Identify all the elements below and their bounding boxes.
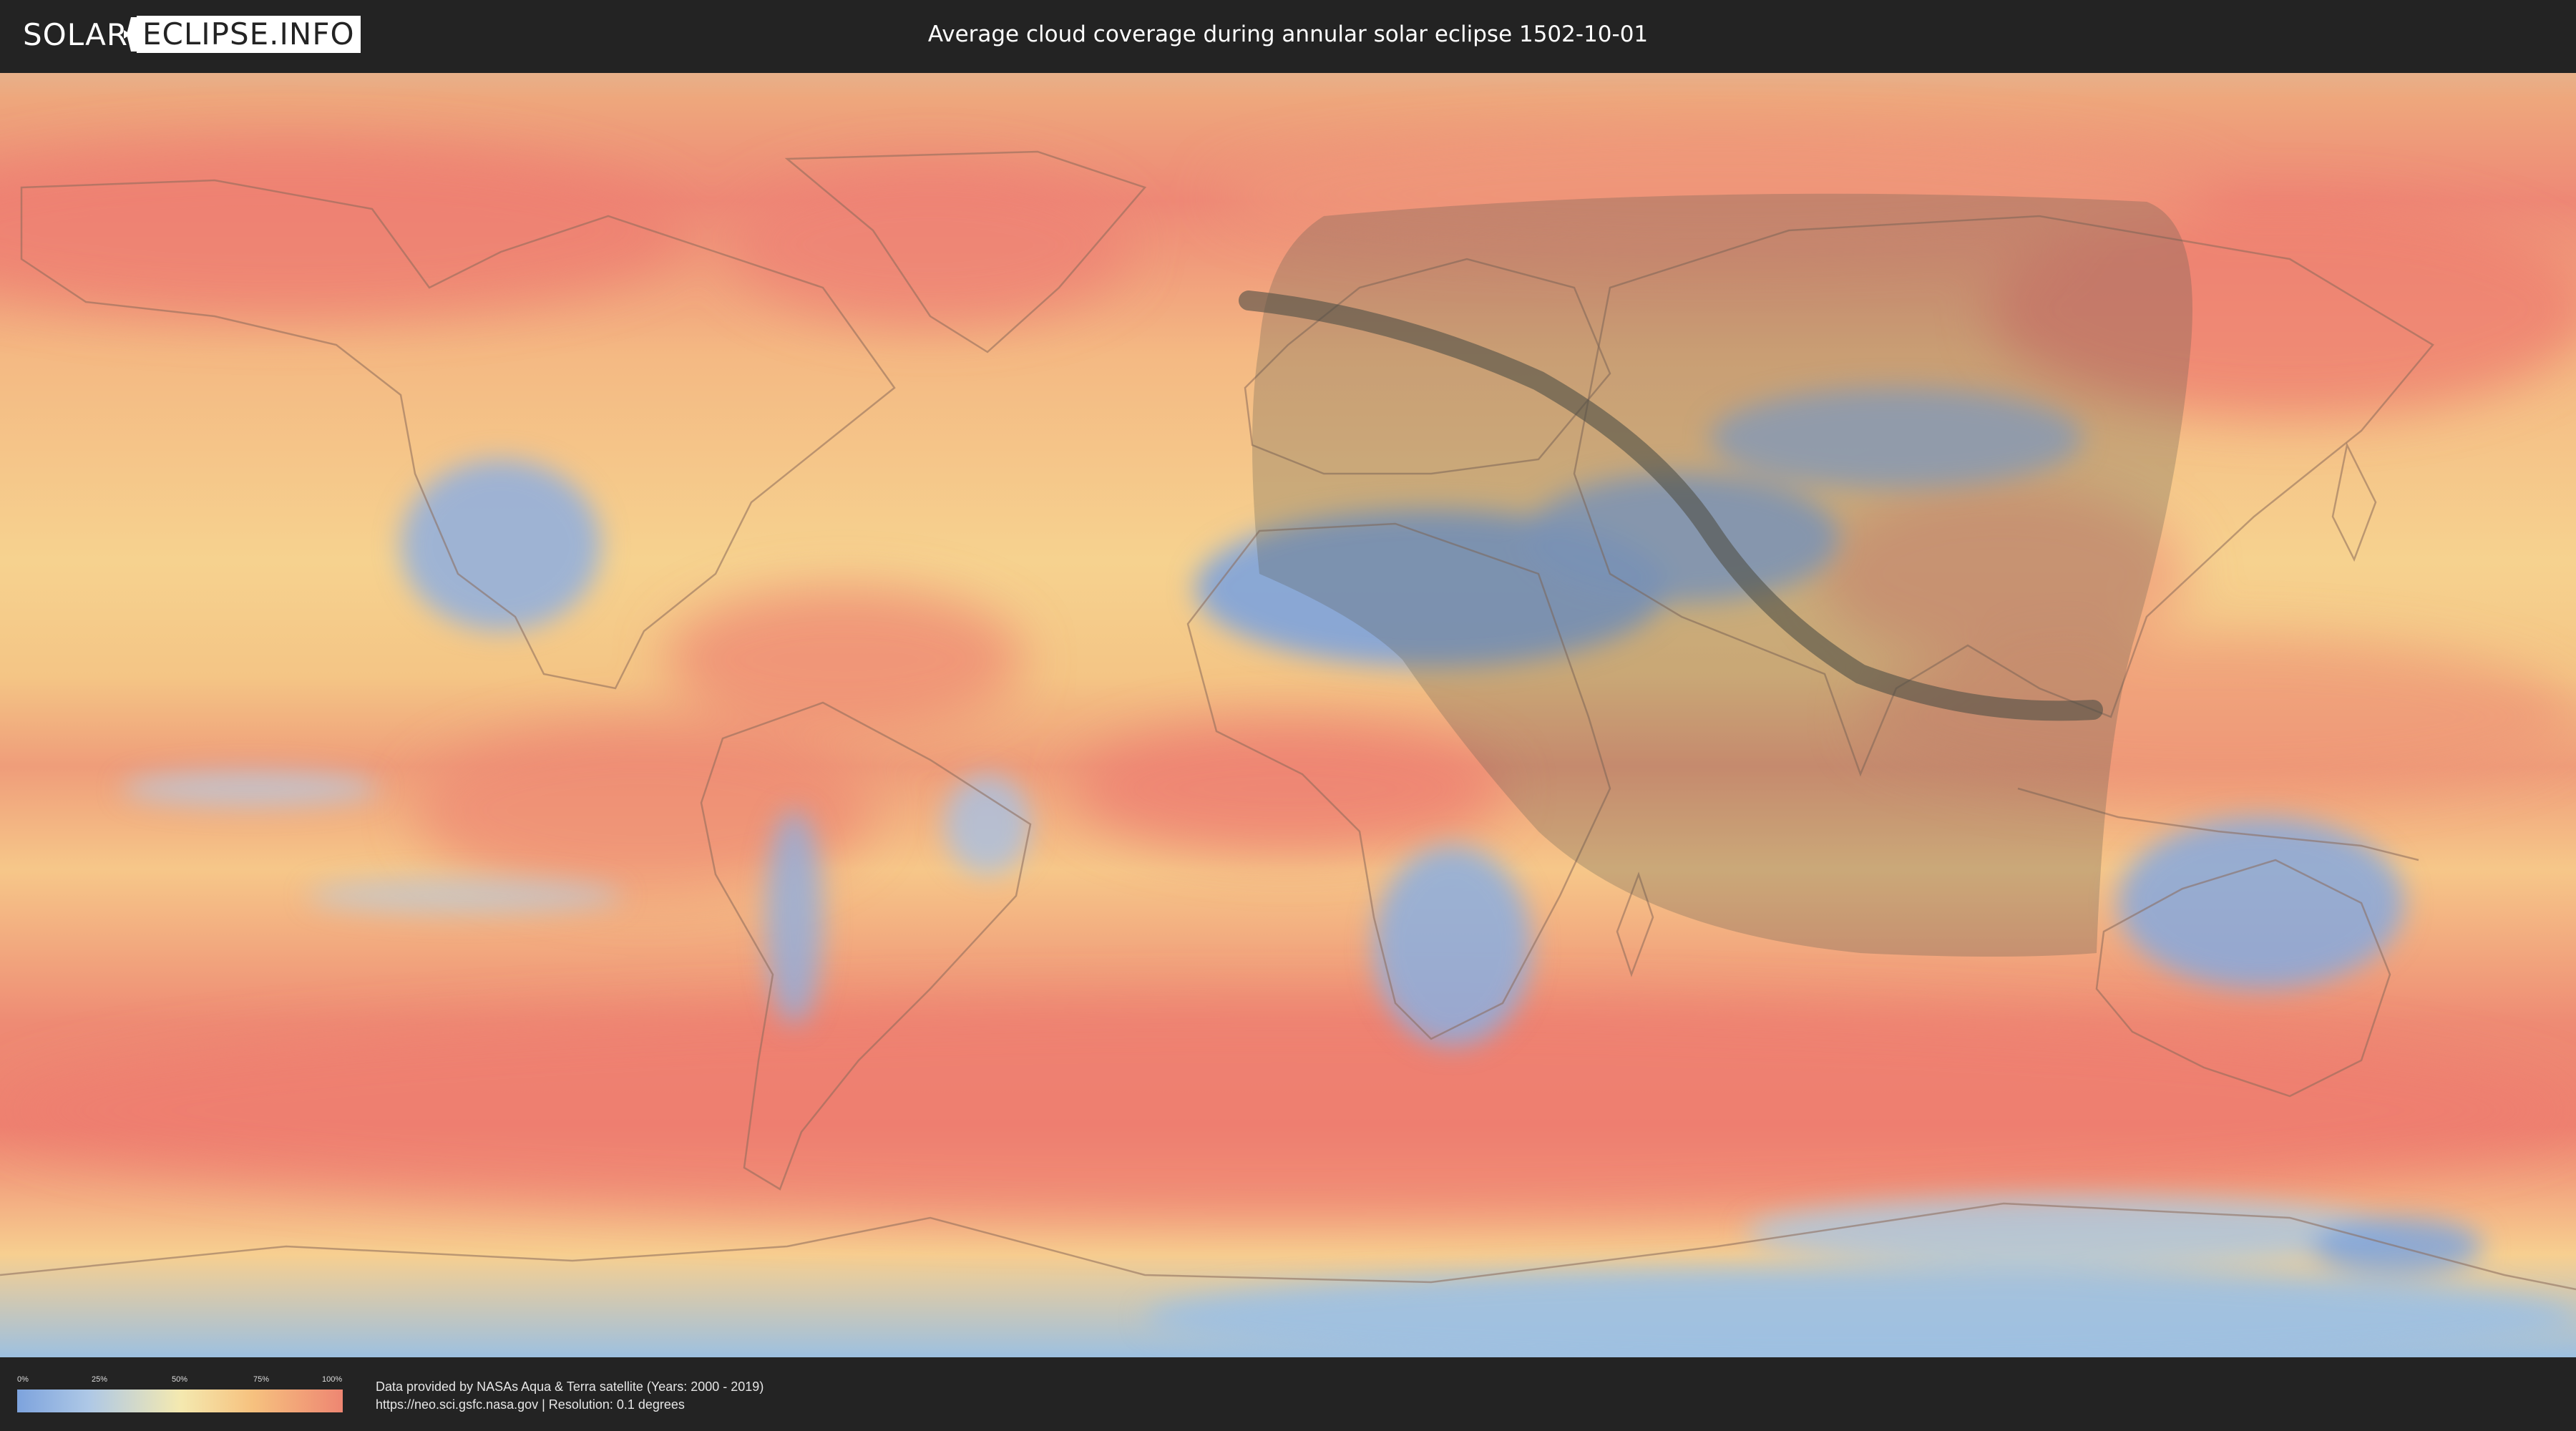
legend-tick-0: 0%	[17, 1375, 29, 1384]
world-map-svg	[0, 137, 2576, 1357]
credits-line-url[interactable]: https://neo.sci.gsfc.nasa.gov | Resoluti…	[376, 1396, 763, 1414]
data-credits: Data provided by NASAs Aqua & Terra sate…	[376, 1378, 763, 1414]
cloud-coverage-legend-bar	[17, 1390, 343, 1412]
cloud-coverage-map[interactable]	[0, 73, 2576, 1357]
legend-tick-100: 100%	[322, 1375, 343, 1384]
credits-line-source: Data provided by NASAs Aqua & Terra sate…	[376, 1379, 764, 1394]
legend-tick-25: 25%	[92, 1375, 108, 1384]
legend-ticks: 0% 25% 50% 75% 100%	[17, 1375, 343, 1387]
header-bar: SOLAR ECLIPSE.INFO Average cloud coverag…	[0, 0, 2576, 70]
page-title: Average cloud coverage during annular so…	[927, 21, 1649, 47]
legend-tick-50: 50%	[172, 1375, 188, 1384]
app-window: SOLAR ECLIPSE.INFO Average cloud coverag…	[0, 0, 2576, 1431]
legend-tick-75: 75%	[253, 1375, 270, 1384]
